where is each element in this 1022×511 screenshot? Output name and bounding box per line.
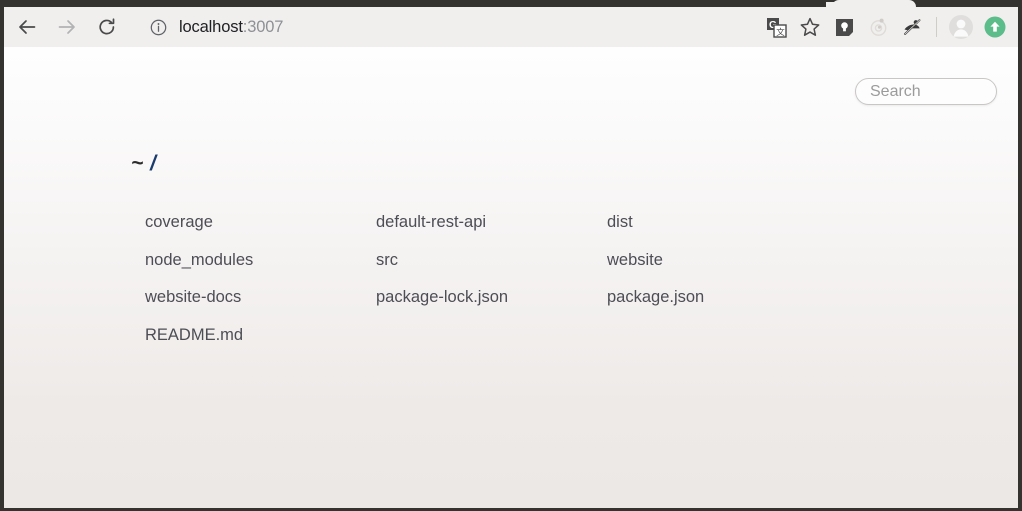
list-item[interactable]: coverage — [145, 204, 376, 242]
breadcrumb: ~ / — [131, 152, 156, 176]
url-text: localhost:3007 — [179, 18, 283, 37]
update-arrow-icon[interactable] — [978, 10, 1012, 44]
url-host: localhost — [179, 17, 243, 36]
file-list: coverage default-rest-api dist node_modu… — [145, 204, 865, 354]
svg-text:文: 文 — [776, 27, 785, 37]
file-link[interactable]: dist — [607, 213, 633, 232]
info-circle-icon[interactable] — [148, 17, 168, 37]
list-item[interactable]: package.json — [607, 279, 838, 317]
forward-button[interactable] — [50, 10, 84, 44]
orbit-icon[interactable] — [861, 10, 895, 44]
file-link[interactable]: default-rest-api — [376, 213, 486, 232]
file-link[interactable]: src — [376, 251, 398, 270]
list-item[interactable]: website — [607, 242, 838, 280]
file-link[interactable]: README.md — [145, 326, 243, 345]
profile-avatar-icon[interactable] — [944, 10, 978, 44]
forward-arrow-icon — [56, 16, 78, 38]
ad-block-icon[interactable] — [895, 10, 929, 44]
list-item[interactable]: node_modules — [145, 242, 376, 280]
list-item[interactable]: dist — [607, 204, 838, 242]
list-item[interactable]: website-docs — [145, 279, 376, 317]
google-translate-icon[interactable]: G 文 — [759, 10, 793, 44]
back-button[interactable] — [10, 10, 44, 44]
list-item[interactable]: package-lock.json — [376, 279, 607, 317]
bookmark-star-icon[interactable] — [793, 10, 827, 44]
file-link[interactable]: package.json — [607, 288, 704, 307]
file-link[interactable]: website — [607, 251, 663, 270]
tab-strip — [0, 0, 1022, 7]
browser-tab[interactable] — [832, 0, 916, 7]
toolbar-divider — [936, 17, 937, 37]
window-frame-left — [0, 7, 4, 511]
file-link[interactable]: coverage — [145, 213, 213, 232]
browser-toolbar: localhost:3007 G 文 — [4, 7, 1018, 47]
window-frame-right — [1018, 7, 1022, 511]
toolbar-actions: G 文 — [759, 7, 1018, 47]
address-bar[interactable]: localhost:3007 — [138, 12, 755, 42]
reload-button[interactable] — [90, 10, 124, 44]
file-link[interactable]: package-lock.json — [376, 288, 508, 307]
list-item[interactable]: src — [376, 242, 607, 280]
file-link[interactable]: node_modules — [145, 251, 253, 270]
list-item[interactable]: README.md — [145, 317, 376, 355]
search-row — [855, 78, 997, 105]
search-input[interactable] — [855, 78, 997, 105]
back-arrow-icon — [16, 16, 38, 38]
url-port: :3007 — [242, 17, 284, 36]
list-item[interactable]: default-rest-api — [376, 204, 607, 242]
breadcrumb-home: ~ — [131, 152, 144, 175]
reload-icon — [96, 16, 118, 38]
google-keep-icon[interactable] — [827, 10, 861, 44]
browser-window: localhost:3007 G 文 Search ~ / coverage d… — [0, 0, 1022, 511]
file-link[interactable]: website-docs — [145, 288, 241, 307]
page-viewport: ~ / coverage default-rest-api dist node_… — [4, 47, 1018, 508]
breadcrumb-root-link[interactable]: / — [150, 152, 156, 175]
